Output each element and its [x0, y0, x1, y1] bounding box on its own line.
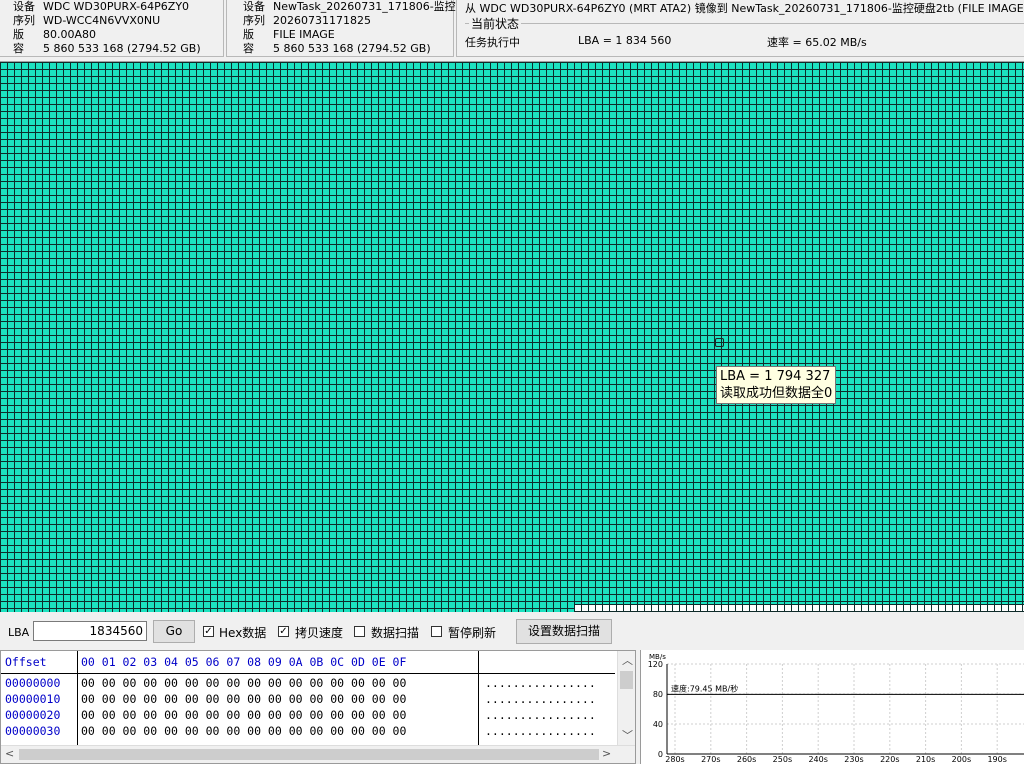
target-field-value: 20260731171825: [273, 14, 371, 27]
hex-horizontal-scrollbar[interactable]: < >: [1, 745, 635, 763]
target-field-label: 版: [243, 28, 254, 41]
target-field-value: FILE IMAGE: [273, 28, 335, 41]
source-row: 设备 WDC WD30PURX-64P6ZY0: [13, 0, 201, 14]
source-field-value: WDC WD30PURX-64P6ZY0: [43, 0, 190, 13]
scroll-up-icon[interactable]: ︿: [622, 652, 633, 668]
hex-row[interactable]: 00000010 00 00 00 00 00 00 00 00 00 00 00…: [5, 691, 596, 707]
target-field-label: 序列: [243, 14, 265, 27]
hex-data-label: Hex数据: [219, 626, 267, 640]
go-button[interactable]: Go: [153, 620, 195, 643]
chart-x-tick-label: 220s: [880, 755, 899, 764]
source-row: 版 80.00A80: [13, 28, 201, 42]
source-field-value: 5 860 533 168 (2794.52 GB): [43, 42, 201, 55]
task-route-text: 从 WDC WD30PURX-64P6ZY0 (MRT ATA2) 镜像到 Ne…: [465, 2, 1024, 15]
hex-horizontal-thumb[interactable]: [19, 749, 599, 760]
hex-data-checkbox[interactable]: ✓: [203, 626, 214, 637]
source-field-label: 容: [13, 42, 24, 55]
control-row: LBA 1834560 Go ✓ Hex数据 ✓ 拷贝速度 数据扫描 暂停刷新 …: [0, 614, 1024, 650]
chart-x-tick-label: 210s: [916, 755, 935, 764]
hex-row[interactable]: 00000030 00 00 00 00 00 00 00 00 00 00 00…: [5, 723, 596, 739]
source-field-value: 80.00A80: [43, 28, 97, 41]
chart-x-tick-label: 240s: [808, 755, 827, 764]
copy-speed-label: 拷贝速度: [295, 626, 344, 640]
speed-chart: MB/s 0 40 80 120 280s 270s 260s 250s 240s 230s 220s…: [640, 650, 1024, 764]
chart-x-tick-label: 250s: [773, 755, 792, 764]
status-caption: 当前状态: [469, 15, 522, 32]
status-group: 当前状态 任务执行中 LBA = 1 834 560 速率 = 65.02 MB…: [465, 15, 1024, 54]
hex-row[interactable]: 00000000 00 00 00 00 00 00 00 00 00 00 00…: [5, 675, 596, 691]
target-field-label: 容: [243, 42, 254, 55]
target-row: 序列 20260731171825: [243, 14, 456, 28]
pause-refresh-label: 暂停刷新: [448, 626, 497, 640]
sector-map-pending[interactable]: [574, 604, 1024, 612]
target-row: 容 5 860 533 168 (2794.52 GB): [243, 42, 456, 56]
hex-view[interactable]: Offset 00 01 02 03 04 05 06 07 08 09 0A 0…: [0, 650, 636, 764]
target-row: 版 FILE IMAGE: [243, 28, 456, 42]
target-field-value: 5 860 533 168 (2794.52 GB): [273, 42, 431, 55]
hex-ascii: ................: [485, 724, 596, 738]
sector-map[interactable]: [0, 62, 1024, 612]
speed-text: 速率 = 65.02 MB/s: [767, 36, 867, 49]
target-field-label: 设备: [243, 0, 265, 13]
source-field-label: 序列: [13, 14, 35, 27]
copy-speed-checkbox[interactable]: ✓: [278, 626, 289, 637]
chart-x-tick-label: 230s: [844, 755, 863, 764]
chart-y-tick-label: 0: [658, 750, 663, 759]
hex-ascii: ................: [485, 676, 596, 690]
source-field-value: WD-WCC4N6VVX0NU: [43, 14, 161, 27]
hex-vertical-thumb[interactable]: [620, 671, 633, 689]
target-row: 设备 NewTask_20260731_171806-监控: [243, 0, 456, 14]
hex-header: Offset 00 01 02 03 04 05 06 07 08 09 0A 0…: [5, 654, 406, 670]
source-row: 容 5 860 533 168 (2794.52 GB): [13, 42, 201, 56]
chart-x-tick-label: 270s: [701, 755, 720, 764]
hex-bytes: 00 00 00 00 00 00 00 00 00 00 00 00 00 0…: [81, 724, 407, 738]
current-lba-text: LBA = 1 834 560: [578, 34, 672, 47]
sector-tooltip: LBA = 1 794 327 读取成功但数据全0: [716, 366, 837, 404]
mouse-cursor-marker: [715, 338, 724, 347]
chart-x-tick-label: 200s: [952, 755, 971, 764]
hex-header-bytes: 00 01 02 03 04 05 06 07 08 09 0A 0B 0C 0…: [81, 655, 407, 669]
hex-offset: 00000020: [5, 708, 61, 722]
data-scan-checkbox[interactable]: [354, 626, 365, 637]
info-bar: 设备 WDC WD30PURX-64P6ZY0 序列 WD-WCC4N6VVX0NU 版…: [0, 0, 1024, 62]
hex-vertical-scrollbar[interactable]: ︿ ﹀: [617, 651, 635, 745]
source-device-panel: 设备 WDC WD30PURX-64P6ZY0 序列 WD-WCC4N6VVX0NU 版…: [0, 0, 224, 57]
hex-bytes: 00 00 00 00 00 00 00 00 00 00 00 00 00 0…: [81, 692, 407, 706]
hex-offset: 00000010: [5, 692, 61, 706]
hex-header-offset: Offset: [5, 655, 47, 669]
chart-x-tick-label: 260s: [737, 755, 756, 764]
hex-bytes: 00 00 00 00 00 00 00 00 00 00 00 00 00 0…: [81, 676, 407, 690]
chart-annotation: 速度:79.45 MB/秒: [671, 683, 738, 693]
scroll-left-icon[interactable]: <: [5, 747, 14, 760]
lba-label: LBA: [8, 626, 30, 639]
data-scan-label: 数据扫描: [371, 626, 420, 640]
hex-row[interactable]: 00000020 00 00 00 00 00 00 00 00 00 00 00…: [5, 707, 596, 723]
target-device-panel: 设备 NewTask_20260731_171806-监控 序列 2026073117…: [226, 0, 456, 57]
chart-x-tick-label: 190s: [987, 755, 1006, 764]
hex-offset: 00000030: [5, 724, 61, 738]
source-row: 序列 WD-WCC4N6VVX0NU: [13, 14, 201, 28]
tooltip-lba: LBA = 1 794 327: [720, 369, 831, 384]
chart-y-tick-label: 40: [653, 720, 663, 729]
hex-bytes: 00 00 00 00 00 00 00 00 00 00 00 00 00 0…: [81, 708, 407, 722]
hex-ascii: ................: [485, 692, 596, 706]
target-field-value: NewTask_20260731_171806-监控: [273, 0, 456, 13]
source-field-label: 设备: [13, 0, 35, 13]
source-field-label: 版: [13, 28, 24, 41]
tooltip-status: 读取成功但数据全0: [720, 386, 833, 401]
lba-input[interactable]: 1834560: [33, 621, 147, 641]
status-text: 任务执行中: [465, 36, 520, 49]
scroll-right-icon[interactable]: >: [602, 747, 611, 760]
hex-ascii: ................: [485, 708, 596, 722]
task-panel: 从 WDC WD30PURX-64P6ZY0 (MRT ATA2) 镜像到 Ne…: [456, 0, 1024, 57]
scroll-down-icon[interactable]: ﹀: [622, 727, 633, 743]
chart-x-tick-label: 280s: [665, 755, 684, 764]
chart-y-tick-label: 80: [653, 690, 663, 699]
pause-refresh-checkbox[interactable]: [431, 626, 442, 637]
speed-chart-svg: MB/s04080120280s 270s 260s 250s 240s 230s 220s…: [648, 653, 1024, 764]
hex-offset: 00000000: [5, 676, 61, 690]
set-data-scan-button[interactable]: 设置数据扫描: [516, 619, 612, 644]
chart-y-tick-label: 120: [648, 660, 663, 669]
